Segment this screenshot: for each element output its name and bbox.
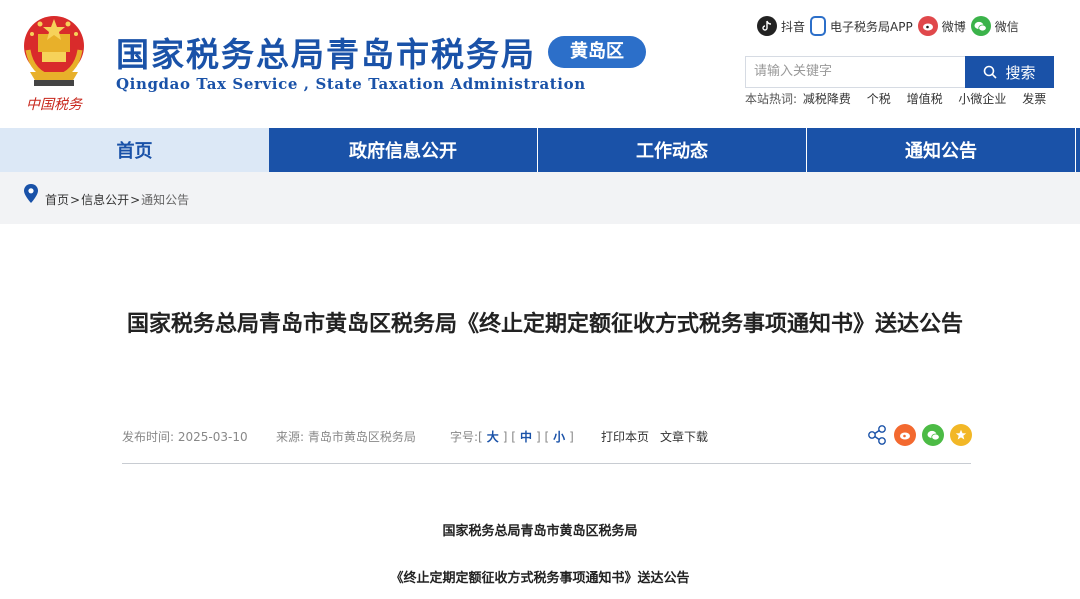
nav-item-notices[interactable]: 通知公告: [807, 128, 1076, 172]
font-size-label: 字号:: [450, 430, 479, 444]
search-input[interactable]: 请输入关键字: [745, 56, 965, 88]
font-size-medium[interactable]: 中: [520, 430, 532, 444]
social-douyin-label: 抖音: [781, 19, 806, 34]
breadcrumb-bar: 首页>信息公开>通知公告: [0, 172, 1080, 224]
hotwords-label: 本站热词:: [745, 92, 798, 106]
hotword-item[interactable]: 发票: [1022, 92, 1046, 106]
meta-divider: [122, 463, 971, 464]
font-size-small[interactable]: 小: [553, 430, 565, 444]
main-nav: 首页 政府信息公开 工作动态 通知公告: [0, 128, 1080, 172]
district-badge[interactable]: 黄岛区: [548, 36, 646, 68]
article-source: 来源: 青岛市黄岛区税务局: [276, 430, 416, 444]
nav-item-home[interactable]: 首页: [0, 128, 269, 172]
phone-app-icon: [810, 16, 827, 36]
hotwords: 本站热词: 减税降费 个税 增值税 小微企业 发票: [745, 90, 1058, 107]
share-weixin-icon[interactable]: [922, 424, 944, 446]
social-app[interactable]: 电子税务局APP: [810, 16, 913, 36]
social-weibo[interactable]: 微博: [917, 16, 966, 36]
hotword-item[interactable]: 增值税: [907, 92, 943, 106]
print-page-link[interactable]: 打印本页: [601, 428, 649, 445]
site-header: 中国税务 国家税务总局青岛市税务局 Qingdao Tax Service , …: [0, 0, 1080, 128]
location-pin-icon: [24, 184, 38, 203]
article-title: 国家税务总局青岛市黄岛区税务局《终止定期定额征收方式税务事项通知书》送达公告: [126, 312, 963, 337]
search-button[interactable]: 搜索: [965, 56, 1054, 88]
article-meta: 发布时间: 2025-03-10 来源: 青岛市黄岛区税务局 字号:[大] [中…: [122, 424, 972, 448]
search-icon: [984, 65, 998, 79]
favorite-star-icon[interactable]: [950, 424, 972, 446]
hotword-item[interactable]: 减税降费: [803, 92, 851, 106]
download-article-link[interactable]: 文章下载: [660, 428, 708, 445]
nav-item-work-news[interactable]: 工作动态: [538, 128, 807, 172]
social-weixin[interactable]: 微信: [970, 16, 1019, 36]
svg-text:中国税务: 中国税务: [26, 97, 83, 113]
breadcrumb-separator: >: [130, 193, 141, 207]
national-emblem-logo[interactable]: 中国税务: [18, 10, 90, 115]
nav-item-gov-info[interactable]: 政府信息公开: [269, 128, 538, 172]
breadcrumb-current[interactable]: 通知公告: [141, 193, 189, 207]
share-weibo-icon[interactable]: [894, 424, 916, 446]
site-title[interactable]: 国家税务总局青岛市税务局: [116, 28, 536, 76]
douyin-icon: [757, 16, 777, 36]
weibo-icon: [917, 16, 938, 36]
publish-date: 发布时间: 2025-03-10: [122, 430, 248, 444]
social-weixin-label: 微信: [994, 19, 1019, 34]
breadcrumb-separator: >: [70, 193, 81, 207]
site-subtitle: Qingdao Tax Service , State Taxation Adm…: [116, 75, 586, 93]
article-body-line: 《终止定期定额征收方式税务事项通知书》送达公告: [390, 571, 690, 586]
weixin-icon: [970, 16, 991, 36]
font-size-large[interactable]: 大: [487, 430, 499, 444]
social-douyin[interactable]: 抖音: [757, 16, 805, 36]
article-body-line: 国家税务总局青岛市黄岛区税务局: [442, 524, 638, 539]
hotword-item[interactable]: 个税: [867, 92, 891, 106]
hotword-item[interactable]: 小微企业: [958, 92, 1006, 106]
breadcrumb-info[interactable]: 信息公开: [81, 193, 129, 207]
font-size-control: 字号:[大] [中] [小]: [450, 430, 574, 444]
share-icon[interactable]: [866, 424, 888, 446]
breadcrumb: 首页>信息公开>通知公告: [45, 191, 189, 208]
breadcrumb-home[interactable]: 首页: [45, 193, 69, 207]
social-app-label: 电子税务局APP: [830, 19, 913, 34]
social-links: 抖音 电子税务局APP 微博 微信: [757, 14, 1024, 38]
social-weibo-label: 微博: [941, 19, 966, 34]
share-bar: [866, 424, 972, 446]
search-button-label: 搜索: [1005, 63, 1036, 82]
